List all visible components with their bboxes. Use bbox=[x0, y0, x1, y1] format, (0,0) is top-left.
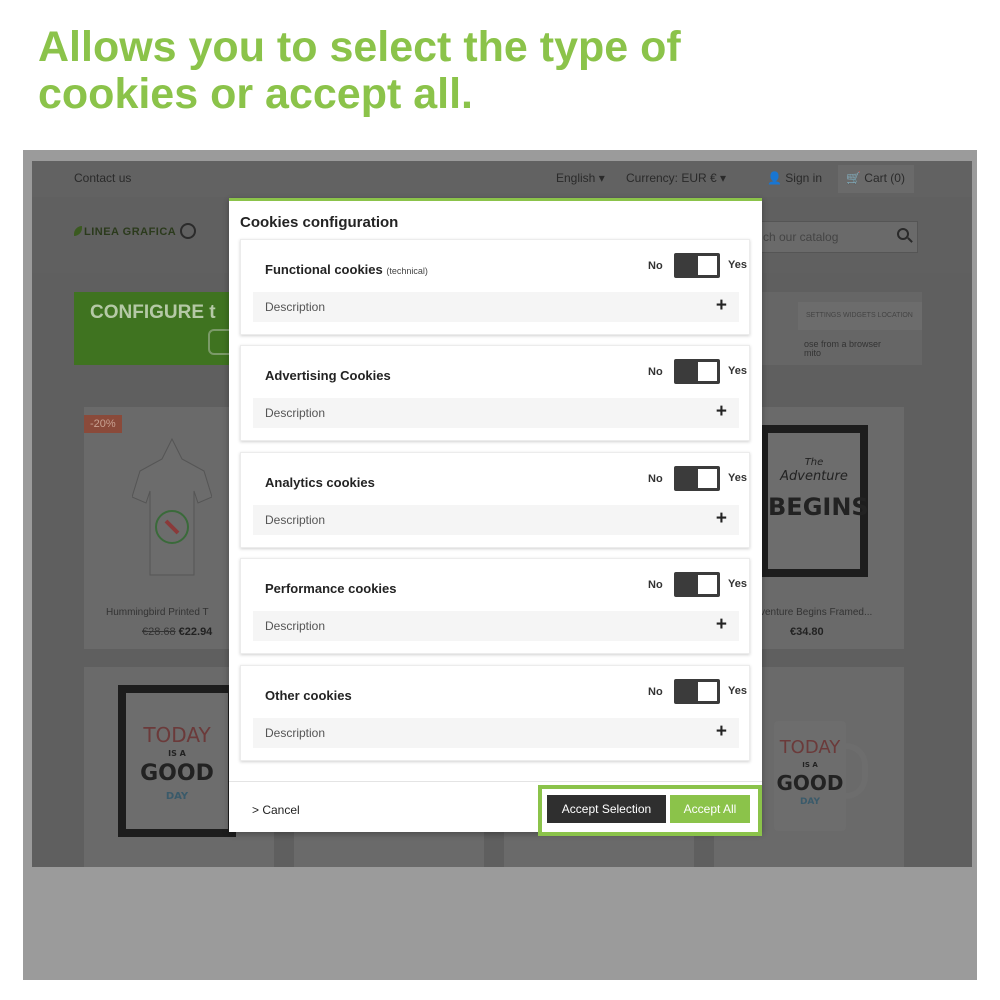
modal-footer: > Cancel Accept Selection Accept All bbox=[229, 781, 762, 836]
banner-text: CONFIGURE t bbox=[90, 302, 216, 323]
cookie-toggle[interactable] bbox=[674, 679, 720, 704]
toggle-knob bbox=[698, 256, 717, 275]
toggle-knob bbox=[698, 682, 717, 701]
toggle-yes-label: Yes bbox=[728, 472, 747, 484]
mug-is-a: IS A bbox=[802, 761, 818, 769]
search-icon[interactable] bbox=[897, 228, 909, 240]
category-name: Functional cookies (technical) bbox=[265, 262, 428, 277]
toggle-no-label: No bbox=[648, 686, 663, 698]
adventure-poster-image: The Adventure BEGINS bbox=[760, 425, 869, 577]
toggle-yes-label: Yes bbox=[728, 259, 747, 271]
description-expander[interactable]: Description + bbox=[253, 611, 739, 641]
toggle-yes-label: Yes bbox=[728, 578, 747, 590]
cart-icon: 🛒 bbox=[846, 171, 861, 185]
old-price: €28.68 bbox=[142, 626, 176, 638]
mug-image: TODAY IS A GOOD DAY bbox=[774, 721, 868, 831]
cancel-link[interactable]: > Cancel bbox=[252, 803, 300, 817]
description-expander[interactable]: Description + bbox=[253, 292, 739, 322]
category-name: Performance cookies bbox=[265, 581, 397, 596]
description-label: Description bbox=[265, 619, 326, 633]
headline-line-2: cookies or accept all. bbox=[38, 70, 473, 118]
toggle-no-label: No bbox=[648, 579, 663, 591]
mug-good: GOOD bbox=[776, 771, 844, 795]
current-price: €22.94 bbox=[178, 626, 213, 638]
category-name: Analytics cookies bbox=[265, 475, 375, 490]
sign-in-label: Sign in bbox=[785, 171, 822, 185]
user-icon: 👤 bbox=[767, 171, 782, 185]
product-name[interactable]: venture Begins Framed... bbox=[760, 607, 872, 618]
poster-today: TODAY bbox=[143, 723, 211, 747]
plus-icon[interactable]: + bbox=[716, 614, 727, 636]
plus-icon[interactable]: + bbox=[716, 295, 727, 317]
plus-icon[interactable]: + bbox=[716, 508, 727, 530]
language-selector[interactable]: English ▾ bbox=[556, 171, 605, 185]
poster-is-a: IS A bbox=[168, 749, 186, 758]
cookies-configuration-modal: Cookies configuration Functional cookies… bbox=[229, 198, 762, 836]
cookie-toggle[interactable] bbox=[674, 572, 720, 597]
logo-ring-icon bbox=[180, 223, 197, 239]
modal-title: Cookies configuration bbox=[240, 214, 399, 231]
cookie-category-advertising: Advertising Cookies No Yes Description + bbox=[240, 345, 750, 441]
toggle-yes-label: Yes bbox=[728, 365, 747, 377]
cart-link[interactable]: 🛒 Cart (0) bbox=[838, 165, 914, 193]
description-label: Description bbox=[265, 300, 326, 314]
cookie-category-analytics: Analytics cookies No Yes Description + bbox=[240, 452, 750, 548]
site-logo[interactable]: LINEA GRAFICA bbox=[74, 223, 197, 239]
poster-line-1: The bbox=[804, 457, 824, 468]
description-expander[interactable]: Description + bbox=[253, 398, 739, 428]
contact-link[interactable]: Contact us bbox=[74, 171, 131, 185]
description-expander[interactable]: Description + bbox=[253, 505, 739, 535]
search-placeholder: ch our catalog bbox=[763, 230, 839, 244]
banner-tabs[interactable]: SETTINGS WIDGETS LOCATION bbox=[798, 302, 922, 330]
logo-text: LINEA GRAFICA bbox=[84, 226, 177, 238]
mug-day: DAY bbox=[799, 797, 821, 807]
description-label: Description bbox=[265, 726, 326, 740]
toggle-knob bbox=[698, 575, 717, 594]
category-note: (technical) bbox=[386, 266, 428, 276]
discount-badge: -20% bbox=[84, 415, 122, 433]
toggle-no-label: No bbox=[648, 473, 663, 485]
poster-good: GOOD bbox=[140, 761, 214, 786]
cookie-toggle[interactable] bbox=[674, 359, 720, 384]
toggle-no-label: No bbox=[648, 366, 663, 378]
poster-day: DAY bbox=[165, 791, 189, 802]
toggle-yes-label: Yes bbox=[728, 685, 747, 697]
description-expander[interactable]: Description + bbox=[253, 718, 739, 748]
plus-icon[interactable]: + bbox=[716, 721, 727, 743]
top-bar: Contact us English ▾ Currency: EUR € ▾ 👤… bbox=[32, 161, 972, 197]
category-name: Advertising Cookies bbox=[265, 368, 391, 383]
plus-icon[interactable]: + bbox=[716, 401, 727, 423]
product-name[interactable]: Hummingbird Printed T bbox=[106, 607, 209, 618]
banner-right-line-2: mito bbox=[804, 348, 822, 358]
description-label: Description bbox=[265, 513, 326, 527]
accept-all-button[interactable]: Accept All bbox=[670, 795, 750, 823]
product-price: €34.80 bbox=[790, 626, 824, 638]
tshirt-image bbox=[132, 437, 212, 576]
headline-line-1: Allows you to select the type of bbox=[38, 23, 681, 71]
accept-selection-button[interactable]: Accept Selection bbox=[547, 795, 666, 823]
cookie-category-other: Other cookies No Yes Description + bbox=[240, 665, 750, 761]
banner-right-text: ose from a browser mito bbox=[804, 340, 881, 358]
cookie-category-functional: Functional cookies (technical) No Yes De… bbox=[240, 239, 750, 335]
cookie-toggle[interactable] bbox=[674, 466, 720, 491]
description-label: Description bbox=[265, 406, 326, 420]
toggle-knob bbox=[698, 469, 717, 488]
sign-in-link[interactable]: 👤 Sign in bbox=[767, 171, 822, 185]
toggle-knob bbox=[698, 362, 717, 381]
cart-label: Cart (0) bbox=[864, 171, 905, 185]
cookie-toggle[interactable] bbox=[674, 253, 720, 278]
headline: Allows you to select the type of cookies… bbox=[38, 24, 958, 118]
toggle-no-label: No bbox=[648, 260, 663, 272]
poster-line-2: Adventure bbox=[780, 469, 848, 484]
poster-line-3: BEGINS bbox=[768, 493, 869, 521]
currency-selector[interactable]: Currency: EUR € ▾ bbox=[626, 171, 726, 185]
cookie-category-performance: Performance cookies No Yes Description + bbox=[240, 558, 750, 654]
today-poster-image: TODAY IS A GOOD DAY bbox=[118, 685, 236, 837]
mug-today: TODAY bbox=[779, 737, 841, 758]
category-name: Other cookies bbox=[265, 688, 352, 703]
search-input[interactable]: ch our catalog bbox=[752, 221, 918, 253]
leaf-icon bbox=[74, 226, 82, 236]
product-price: €28.68 €22.94 bbox=[142, 626, 212, 638]
category-name-text: Functional cookies bbox=[265, 262, 383, 277]
